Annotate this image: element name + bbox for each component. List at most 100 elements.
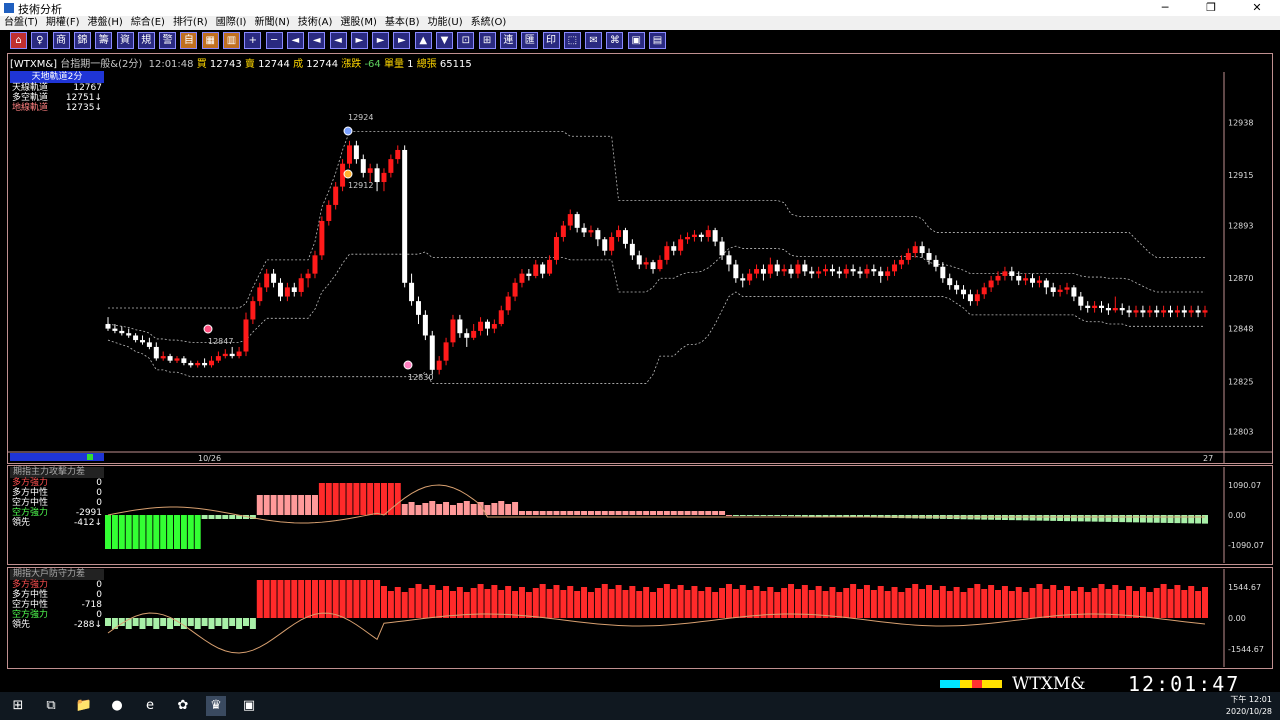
ind2-label: 多方中性 [12,590,49,600]
ind2-bar [574,591,581,618]
taskbar-app-3-icon[interactable]: ● [107,696,127,716]
candle-body [961,289,967,295]
ind1-bar [774,515,781,516]
ind1-bar [298,495,305,515]
ind2-bar [946,591,953,618]
candle-body [1071,287,1077,297]
candle-body [188,362,194,366]
ind2-bar [877,586,884,618]
candle-body [1002,271,1008,276]
candle-body [616,230,622,237]
ind2-bar [1057,590,1064,618]
ind2-bar [1146,592,1153,618]
ind2-bar [746,590,753,618]
candle-body [760,269,766,274]
candle-body [664,246,670,260]
ind2-bar [767,587,774,618]
ind2-bar [298,580,305,618]
candle-body [1202,310,1208,313]
taskbar-app-1-icon[interactable]: ⧉ [41,696,61,716]
candle-body [112,328,118,331]
candle-body [836,271,842,274]
ind1-value: -2991 [75,508,102,518]
status-bar: WTXM& 12:01:47 [0,674,1280,694]
ind1-bar [167,515,174,549]
candle-body [712,230,718,242]
candle-body [691,234,697,237]
ind2-bar [581,587,588,618]
indicator1-title[interactable]: 期指主力攻擊力差 [10,467,104,478]
ind2-bar [360,580,367,618]
ind2-bar [546,589,553,618]
ind2-bar [167,618,174,629]
ind2-bar [153,618,160,629]
ind2-bar [284,580,291,618]
ind2-bar [291,580,298,618]
candle-body [346,145,352,164]
candle-body [360,159,366,173]
candle-body [471,330,477,338]
taskbar-app-0-icon[interactable]: ⊞ [8,696,28,716]
ind1-bar [505,504,512,515]
ind2-bar [684,590,691,618]
candle-body [940,266,946,279]
ind2-bar [643,587,650,618]
taskbar-app-7-icon[interactable]: ▣ [239,696,259,716]
candle-body [574,214,580,228]
ind1-bar [415,505,422,515]
ind2-bar [408,588,415,618]
status-swatch-red [972,680,982,688]
ind1-bar [208,515,215,519]
ind2-bar [222,618,229,629]
candle-body [622,230,628,244]
system-clock[interactable]: 下午 12:01 2020/10/28 [1226,694,1272,718]
ind2-bar [132,618,139,626]
taskbar-app-4-icon[interactable]: e [140,696,160,716]
candle-body [1126,310,1132,313]
taskbar-app-5-icon[interactable]: ✿ [173,696,193,716]
ind2-bar [1036,584,1043,618]
status-ticker: WTXM& [1012,674,1086,694]
ind1-bar [374,483,381,515]
candle-body [208,360,214,366]
ind1-bar [691,511,698,515]
date-label: 10/26 [198,454,221,463]
ind1-bar [325,483,332,515]
candle-body [685,237,691,240]
candle-body [505,296,511,311]
ind1-bar [581,511,588,515]
signal-price-label: 12830 [408,373,433,382]
ind1-label: 空方中性 [12,498,49,508]
candle-body [553,237,559,260]
taskbar-app-6-icon[interactable]: ♛ [206,696,226,716]
ind1-bar [105,515,111,549]
ind2-bar [863,585,870,618]
ind2-bar [670,589,677,618]
ind1-row: 空方中性 0 [10,498,104,508]
taskbar-app-2-icon[interactable]: 📁 [74,696,94,716]
ind2-bar [677,585,684,618]
ind2-bar [1015,587,1022,618]
ind2-bar [1008,591,1015,618]
indicator2-title[interactable]: 期指大戶防守力差 [10,569,104,580]
candle-body [726,255,732,265]
ind2-bar [332,580,339,618]
ind2-bar [111,618,118,629]
ind1-bar [173,515,180,549]
ind2-value: 0 [96,580,102,590]
candle-body [105,324,111,329]
ind1-bar [1195,515,1202,524]
candle-body [250,301,256,320]
candle-body [422,314,428,336]
signal-marker-icon [343,126,353,136]
candlestick-chart[interactable]: 12938 12915 12893 12870 12848 12825 12803 10/26… [0,0,1280,720]
candle-body [160,356,166,359]
ind2-value: -288↓ [74,620,102,630]
ind2-bar [912,584,919,618]
candle-body [374,168,380,183]
candle-body [229,353,235,357]
candle-body [333,186,339,205]
candle-body [1181,310,1187,313]
candle-body [264,273,270,288]
ind1-bar [1126,515,1133,523]
